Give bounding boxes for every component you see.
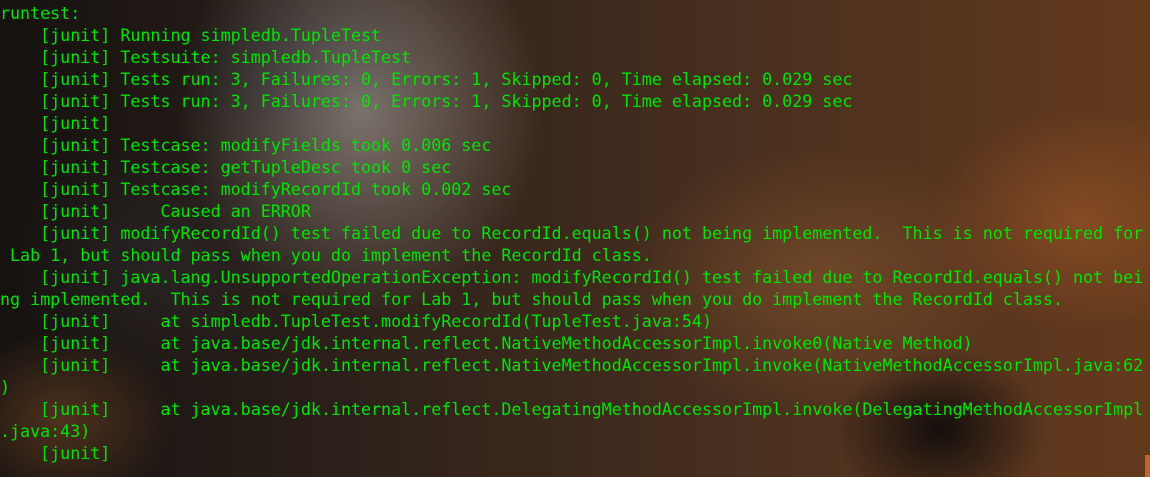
terminal-line: [junit] Tests run: 3, Failures: 0, Error… [0, 70, 853, 89]
terminal-line: Lab 1, but should pass when you do imple… [0, 246, 652, 265]
terminal-line: [junit] Caused an ERROR [0, 202, 311, 221]
terminal-line: [junit] [0, 444, 111, 463]
terminal-line: [junit] Tests run: 3, Failures: 0, Error… [0, 92, 853, 111]
terminal-line: [junit] Testcase: modifyRecordId took 0.… [0, 180, 512, 199]
terminal-line: [junit] [0, 114, 121, 133]
terminal-line: [junit] Testcase: modifyFields took 0.00… [0, 136, 492, 155]
terminal-line: [junit] at java.base/jdk.internal.reflec… [0, 334, 973, 353]
terminal-line: [junit] at simpledb.TupleTest.modifyReco… [0, 312, 712, 331]
terminal-line: [junit] Running simpledb.TupleTest [0, 26, 382, 45]
terminal-line: .java:43) [0, 422, 91, 441]
terminal-line: [junit] java.lang.UnsupportedOperationEx… [0, 268, 1144, 287]
terminal-line: runtest: [0, 4, 81, 23]
terminal-window[interactable]: runtest: [junit] Running simpledb.TupleT… [0, 0, 1150, 477]
terminal-output: runtest: [junit] Running simpledb.TupleT… [0, 3, 1143, 465]
terminal-line: [junit] Testsuite: simpledb.TupleTest [0, 48, 412, 67]
terminal-line: [junit] at java.base/jdk.internal.reflec… [0, 356, 1144, 375]
scrollbar-thumb[interactable] [1145, 455, 1150, 477]
terminal-line: [junit] at java.base/jdk.internal.reflec… [0, 400, 1144, 419]
terminal-line: ng implemented. This is not required for… [0, 290, 1063, 309]
terminal-line: [junit] Testcase: getTupleDesc took 0 se… [0, 158, 452, 177]
terminal-line: ) [0, 378, 11, 397]
terminal-line: [junit] modifyRecordId() test failed due… [0, 224, 1144, 243]
